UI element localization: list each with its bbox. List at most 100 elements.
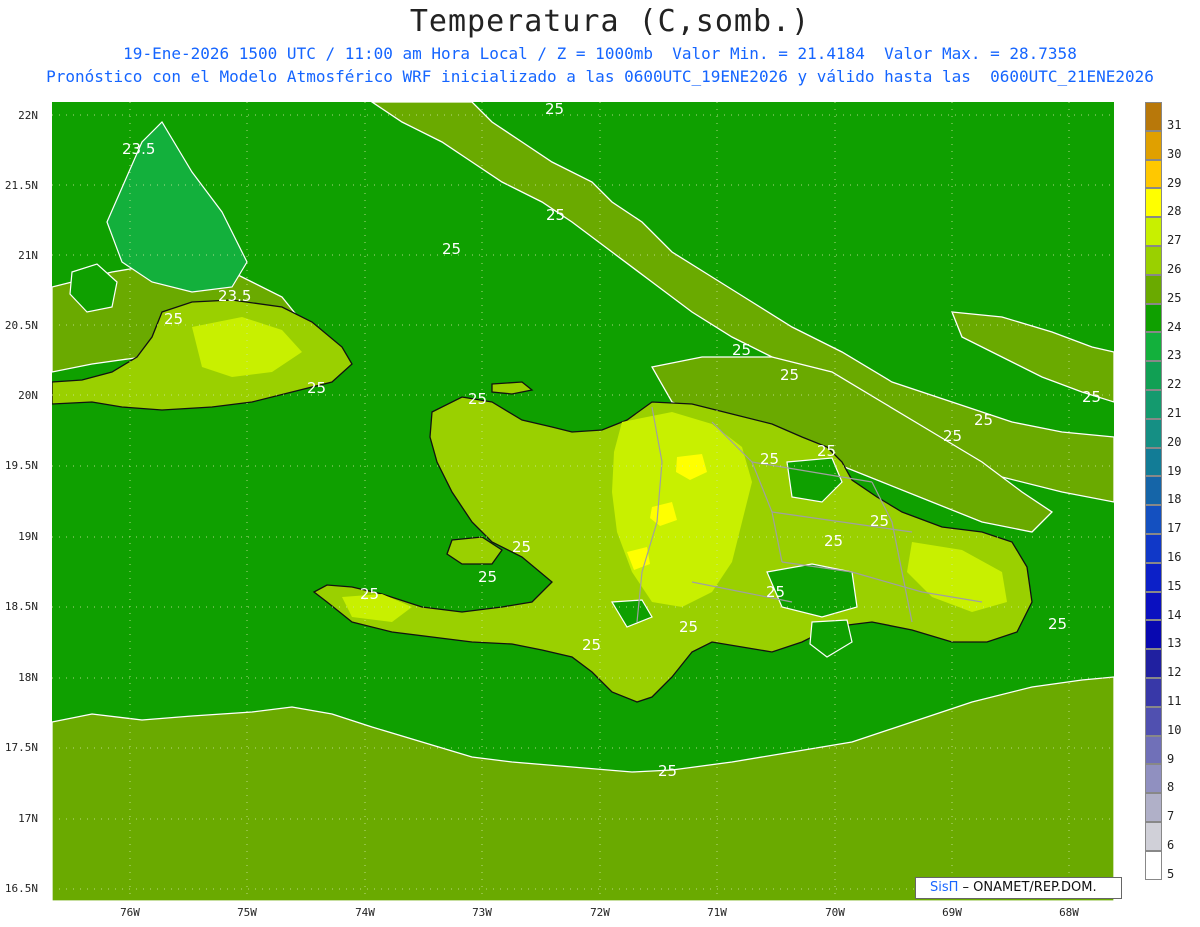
lon-label: 76W: [120, 906, 140, 919]
colorbar-swatch: [1145, 217, 1162, 246]
colorbar-label: 9: [1167, 751, 1175, 766]
colorbar-swatch: [1145, 447, 1162, 477]
colorbar-swatch: [1145, 188, 1162, 218]
contour-label: 25: [478, 568, 497, 586]
colorbar-label: 11: [1167, 694, 1182, 708]
contour-label: 25: [1082, 388, 1101, 406]
colorbar-swatch: [1145, 418, 1162, 448]
contour-label: 25: [307, 379, 326, 397]
colorbar-label: 30: [1167, 146, 1182, 161]
credit-box: SisΠ – ONAMET/REP.DOM.: [915, 877, 1122, 899]
lat-label: 20N: [18, 389, 38, 402]
contour-label: 25: [546, 206, 565, 224]
lat-label: 16.5N: [4, 882, 38, 895]
lon-label: 71W: [707, 906, 727, 919]
colorbar-label: 17: [1167, 521, 1182, 536]
contour-label: 25: [824, 532, 843, 550]
contour-label: 25: [512, 538, 531, 556]
colorbar-label: 21: [1167, 406, 1182, 420]
lon-label: 69W: [942, 906, 962, 919]
lat-label: 17N: [18, 812, 38, 825]
colorbar-label: 13: [1167, 636, 1182, 651]
contour-label: 25: [360, 585, 379, 603]
colorbar-label: 7: [1167, 809, 1175, 824]
colorbar-label: 8: [1167, 780, 1175, 795]
colorbar-label: 22: [1167, 377, 1182, 392]
colorbar-label: 29: [1167, 175, 1182, 190]
contour-label: 25: [766, 583, 785, 601]
contour-label: 23.5: [122, 140, 155, 158]
tortuga-island: [491, 381, 534, 395]
colorbar-label: 27: [1167, 233, 1182, 248]
contour-label: 25: [870, 512, 889, 530]
colorbar-swatch: [1145, 850, 1162, 880]
colorbar-swatch: [1145, 505, 1162, 534]
contour-label: 25: [442, 240, 461, 258]
colorbar-label: 15: [1167, 578, 1182, 593]
map-canvas: 25 25 25 25 25 25 25 25 25 25 25 25 25 2…: [52, 102, 1114, 901]
contour-label: 25: [974, 411, 993, 429]
credit-text: – ONAMET/REP.DOM.: [958, 880, 1097, 895]
colorbar-swatch: [1145, 102, 1162, 131]
lon-label: 75W: [237, 906, 257, 919]
contour-label: 25: [468, 390, 487, 408]
lon-label: 70W: [825, 906, 845, 919]
contour-label: 25: [658, 762, 677, 780]
colorbar-label: 14: [1167, 607, 1182, 622]
colorbar-swatch: [1145, 274, 1162, 304]
colorbar-label: 18: [1167, 492, 1182, 507]
colorbar-swatch: [1145, 764, 1162, 794]
lat-label: 19.5N: [4, 459, 38, 472]
colorbar-swatch: [1145, 620, 1162, 650]
colorbar-label: 31: [1167, 118, 1182, 132]
lat-label: 17.5N: [4, 741, 38, 754]
colorbar-swatch: [1145, 649, 1162, 678]
lat-label: 20.5N: [4, 319, 38, 332]
colorbar-label: 23: [1167, 348, 1182, 363]
colorbar-swatch: [1145, 706, 1162, 736]
colorbar-swatch: [1145, 591, 1162, 621]
contour-label: 25: [545, 102, 564, 118]
colorbar-swatch: [1145, 303, 1162, 333]
valid-time-line: 19-Ene-2026 1500 UTC / 11:00 am Hora Loc…: [123, 44, 1077, 63]
colorbar-label: 28: [1167, 204, 1182, 219]
contour-label: 25: [817, 442, 836, 460]
map-title: Temperatura (C,somb.): [409, 4, 811, 39]
lon-label: 74W: [355, 906, 375, 919]
contour-label: 25: [1048, 615, 1067, 633]
colorbar-label: 6: [1167, 838, 1175, 852]
lat-label: 22N: [18, 109, 38, 122]
colorbar-swatch: [1145, 246, 1162, 275]
warm-band-south: [52, 676, 1114, 901]
colorbar-swatch: [1145, 562, 1162, 592]
contour-label: 25: [679, 618, 698, 636]
colorbar-swatch: [1145, 735, 1162, 765]
colorbar-label: 24: [1167, 319, 1182, 334]
cool-patch-sea-south: [809, 619, 853, 658]
lat-label: 18.5N: [4, 600, 38, 613]
lat-label: 18N: [18, 671, 38, 684]
colorbar-swatch: [1145, 793, 1162, 822]
colorbar-swatch: [1145, 332, 1162, 362]
colorbar-label: 5: [1167, 866, 1175, 881]
lon-label: 68W: [1059, 906, 1079, 919]
colorbar-swatch: [1145, 534, 1162, 563]
lat-label: 21.5N: [4, 179, 38, 192]
contour-label: 25: [582, 636, 601, 654]
colorbar-swatch: [1145, 130, 1162, 160]
colorbar-label: 12: [1167, 665, 1182, 680]
colorbar-swatch: [1145, 361, 1162, 390]
temperature-map: 25 25 25 25 25 25 25 25 25 25 25 25 25 2…: [52, 102, 1114, 901]
contour-label: 25: [732, 341, 751, 359]
colorbar-swatch: [1145, 390, 1162, 419]
contour-label: 23.5: [218, 287, 251, 305]
contour-label: 25: [943, 427, 962, 445]
lon-label: 72W: [590, 906, 610, 919]
colorbar-swatch: [1145, 822, 1162, 851]
colorbar-label: 26: [1167, 262, 1182, 276]
contour-label: 25: [760, 450, 779, 468]
colorbar-label: 10: [1167, 722, 1182, 737]
colorbar-swatch: [1145, 159, 1162, 189]
colorbar-swatch: [1145, 476, 1162, 506]
lon-label: 73W: [472, 906, 492, 919]
